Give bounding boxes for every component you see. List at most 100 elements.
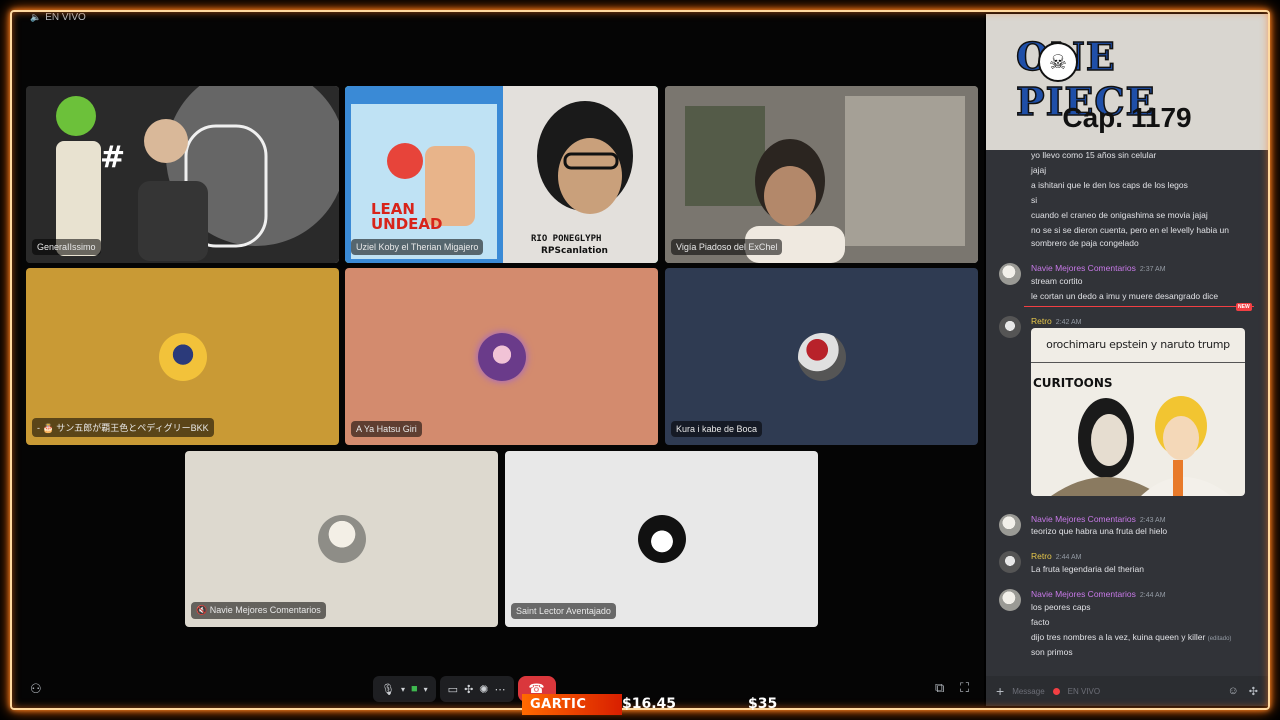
anime-cover-title: LEAN UNDEAD bbox=[371, 200, 443, 233]
ticker-amount: $16.45 bbox=[622, 696, 677, 712]
apps-icon[interactable]: ✣ bbox=[1249, 685, 1258, 698]
chevron-down-icon[interactable]: ▾ bbox=[401, 685, 405, 694]
chat-line: stream cortito bbox=[1031, 276, 1083, 286]
avatar[interactable] bbox=[999, 514, 1021, 536]
message-header: Retro 2:44 AM bbox=[1031, 551, 1081, 561]
edited-marker: (editado) bbox=[1207, 636, 1232, 642]
meme-caption: orochimaru epstein y naruto trump bbox=[1046, 338, 1230, 351]
new-messages-divider bbox=[1024, 306, 1254, 307]
chat-line: dijo tres nombres a la vez, kuina queen … bbox=[1031, 632, 1231, 642]
meme-image[interactable]: orochimaru epstein y naruto trump CURITO… bbox=[1031, 328, 1245, 496]
donation-ticker: GARTIC $16.45 $35 bbox=[522, 693, 777, 715]
input-live-label: EN VIVO bbox=[1067, 686, 1101, 696]
participant-name: 🔇 Navie Mejores Comentarios bbox=[191, 602, 326, 619]
video-feed bbox=[345, 86, 658, 263]
author-name[interactable]: Navie Mejores Comentarios bbox=[1031, 263, 1136, 273]
soundboard-icon[interactable]: ✺ bbox=[479, 683, 488, 696]
activity-icon[interactable]: ⚇ bbox=[30, 681, 42, 697]
chat-panel: yo llevo como 15 años sin celular jajaj … bbox=[986, 150, 1268, 676]
chat-line: La fruta legendaria del therian bbox=[1031, 564, 1144, 574]
avatar-tile-kura[interactable]: Kura i kabe de Boca bbox=[665, 268, 978, 445]
author-name[interactable]: Navie Mejores Comentarios bbox=[1031, 514, 1136, 524]
emoji-icon[interactable]: ☺ bbox=[1228, 685, 1239, 698]
chat-line: facto bbox=[1031, 617, 1050, 627]
avatar bbox=[637, 515, 686, 563]
avatar[interactable] bbox=[999, 589, 1021, 611]
message-header: Retro 2:42 AM bbox=[1031, 316, 1081, 326]
ticker-name: GARTIC bbox=[522, 693, 622, 715]
message-header: Navie Mejores Comentarios 2:37 AM bbox=[1031, 263, 1166, 273]
video-tile-uziel[interactable]: LEAN UNDEAD RIO PONEGLYPH RPScanlation U… bbox=[345, 86, 658, 263]
avatar[interactable] bbox=[999, 316, 1021, 338]
avatar[interactable] bbox=[999, 263, 1021, 285]
activities-icon[interactable]: ✣ bbox=[464, 683, 473, 696]
avatar-tile-saint-lector[interactable]: Saint Lector Aventajado bbox=[505, 451, 818, 627]
meme-brand: CURITOONS bbox=[1033, 376, 1113, 390]
timestamp: 2:42 AM bbox=[1055, 319, 1082, 326]
chat-input-bar: + Message EN VIVO ☺ ✣ bbox=[986, 676, 1268, 706]
ticker-amount-secondary: $35 bbox=[748, 696, 778, 712]
hashtag-badge: # bbox=[100, 140, 126, 175]
share-group: ▭ ✣ ✺ ⋯ bbox=[439, 676, 514, 702]
video-feed bbox=[665, 86, 978, 263]
video-tile-vigia[interactable]: Vigía Piadoso del ExChel bbox=[665, 86, 978, 263]
more-icon[interactable]: ⋯ bbox=[495, 683, 506, 696]
live-label: EN VIVO bbox=[45, 12, 86, 23]
chat-line: no se si se dieron cuenta, pero en el le… bbox=[1031, 225, 1229, 235]
top-status: 🔈 EN VIVO bbox=[30, 12, 86, 23]
participant-name: - 🎂 サン五郎が覇王色とペディグリーBKK bbox=[32, 418, 214, 437]
jolly-roger-icon: ☠ bbox=[1038, 42, 1078, 82]
chat-line: yo llevo como 15 años sin celular bbox=[1031, 150, 1157, 160]
meme-illustration bbox=[1031, 362, 1245, 496]
chat-line: sombrero de paja congelado bbox=[1031, 238, 1139, 248]
microphone-icon[interactable]: 🎙 bbox=[381, 683, 395, 696]
chat-line: son primos bbox=[1031, 647, 1073, 657]
screen-share-icon[interactable]: ▭ bbox=[448, 683, 458, 696]
video-tile-generalissimo[interactable]: # GeneraIIssimo bbox=[26, 86, 339, 263]
timestamp: 2:44 AM bbox=[1139, 592, 1166, 599]
participant-name: Kura i kabe de Boca bbox=[671, 421, 763, 437]
author-name[interactable]: Retro bbox=[1031, 551, 1052, 561]
chat-line: teorizo que habra una fruta del hielo bbox=[1031, 526, 1168, 536]
author-name[interactable]: Retro bbox=[1031, 316, 1052, 326]
fullscreen-icon[interactable]: ⛶ bbox=[960, 680, 969, 696]
input-actions: ☺ ✣ bbox=[1228, 685, 1258, 698]
add-attachment-icon[interactable]: + bbox=[996, 683, 1004, 699]
new-badge: NEW bbox=[1236, 303, 1252, 311]
chat-line: si bbox=[1031, 195, 1038, 205]
chat-line: jajaj bbox=[1031, 165, 1047, 175]
avatar-tile-ayahatsu[interactable]: A Ya Hatsu Giri bbox=[345, 268, 658, 445]
avatar bbox=[797, 332, 846, 381]
message-input[interactable]: Message bbox=[1012, 687, 1044, 696]
avatar bbox=[477, 332, 526, 381]
one-piece-logo-panel: ONE PIECE ☠ Cap. 1179 bbox=[986, 14, 1268, 150]
chat-line: le cortan un dedo a imu y muere desangra… bbox=[1031, 291, 1219, 301]
avatar[interactable] bbox=[999, 551, 1021, 573]
speaker-icon: 🔈 bbox=[30, 12, 42, 22]
video-feed bbox=[26, 86, 339, 263]
timestamp: 2:37 AM bbox=[1139, 266, 1166, 273]
participant-name: Vigía Piadoso del ExChel bbox=[671, 239, 783, 255]
popout-icon[interactable]: ⧉ bbox=[935, 680, 944, 696]
timestamp: 2:43 AM bbox=[1139, 517, 1166, 524]
author-name[interactable]: Navie Mejores Comentarios bbox=[1031, 589, 1136, 599]
participant-name: GeneraIIssimo bbox=[32, 239, 101, 255]
message-header: Navie Mejores Comentarios 2:44 AM bbox=[1031, 589, 1166, 599]
live-dot-icon bbox=[1052, 687, 1060, 695]
mic-group: 🎙 ▾ ■ ▾ bbox=[373, 676, 436, 702]
chat-line-text: dijo tres nombres a la vez, kuina queen … bbox=[1031, 632, 1206, 642]
chat-line: a ishitani que le den los caps de los le… bbox=[1031, 180, 1188, 190]
chevron-down-icon[interactable]: ▾ bbox=[424, 685, 428, 694]
avatar-tile-navie[interactable]: 🔇 Navie Mejores Comentarios bbox=[185, 451, 498, 627]
chapter-label: Cap. 1179 bbox=[1062, 102, 1192, 133]
participant-name: A Ya Hatsu Giri bbox=[351, 421, 422, 437]
avatar bbox=[317, 515, 366, 563]
camera-icon[interactable]: ■ bbox=[411, 683, 418, 695]
chat-line: los peores caps bbox=[1031, 602, 1091, 612]
participant-name: Uziel Koby el Therian Migajero bbox=[351, 239, 484, 255]
credit-top: RIO PONEGLYPH bbox=[531, 234, 602, 244]
timestamp: 2:44 AM bbox=[1055, 554, 1082, 561]
avatar bbox=[158, 332, 207, 381]
avatar-tile-sangoro[interactable]: - 🎂 サン五郎が覇王色とペディグリーBKK bbox=[26, 268, 339, 445]
chat-line: cuando el craneo de onigashima se movia … bbox=[1031, 210, 1208, 220]
